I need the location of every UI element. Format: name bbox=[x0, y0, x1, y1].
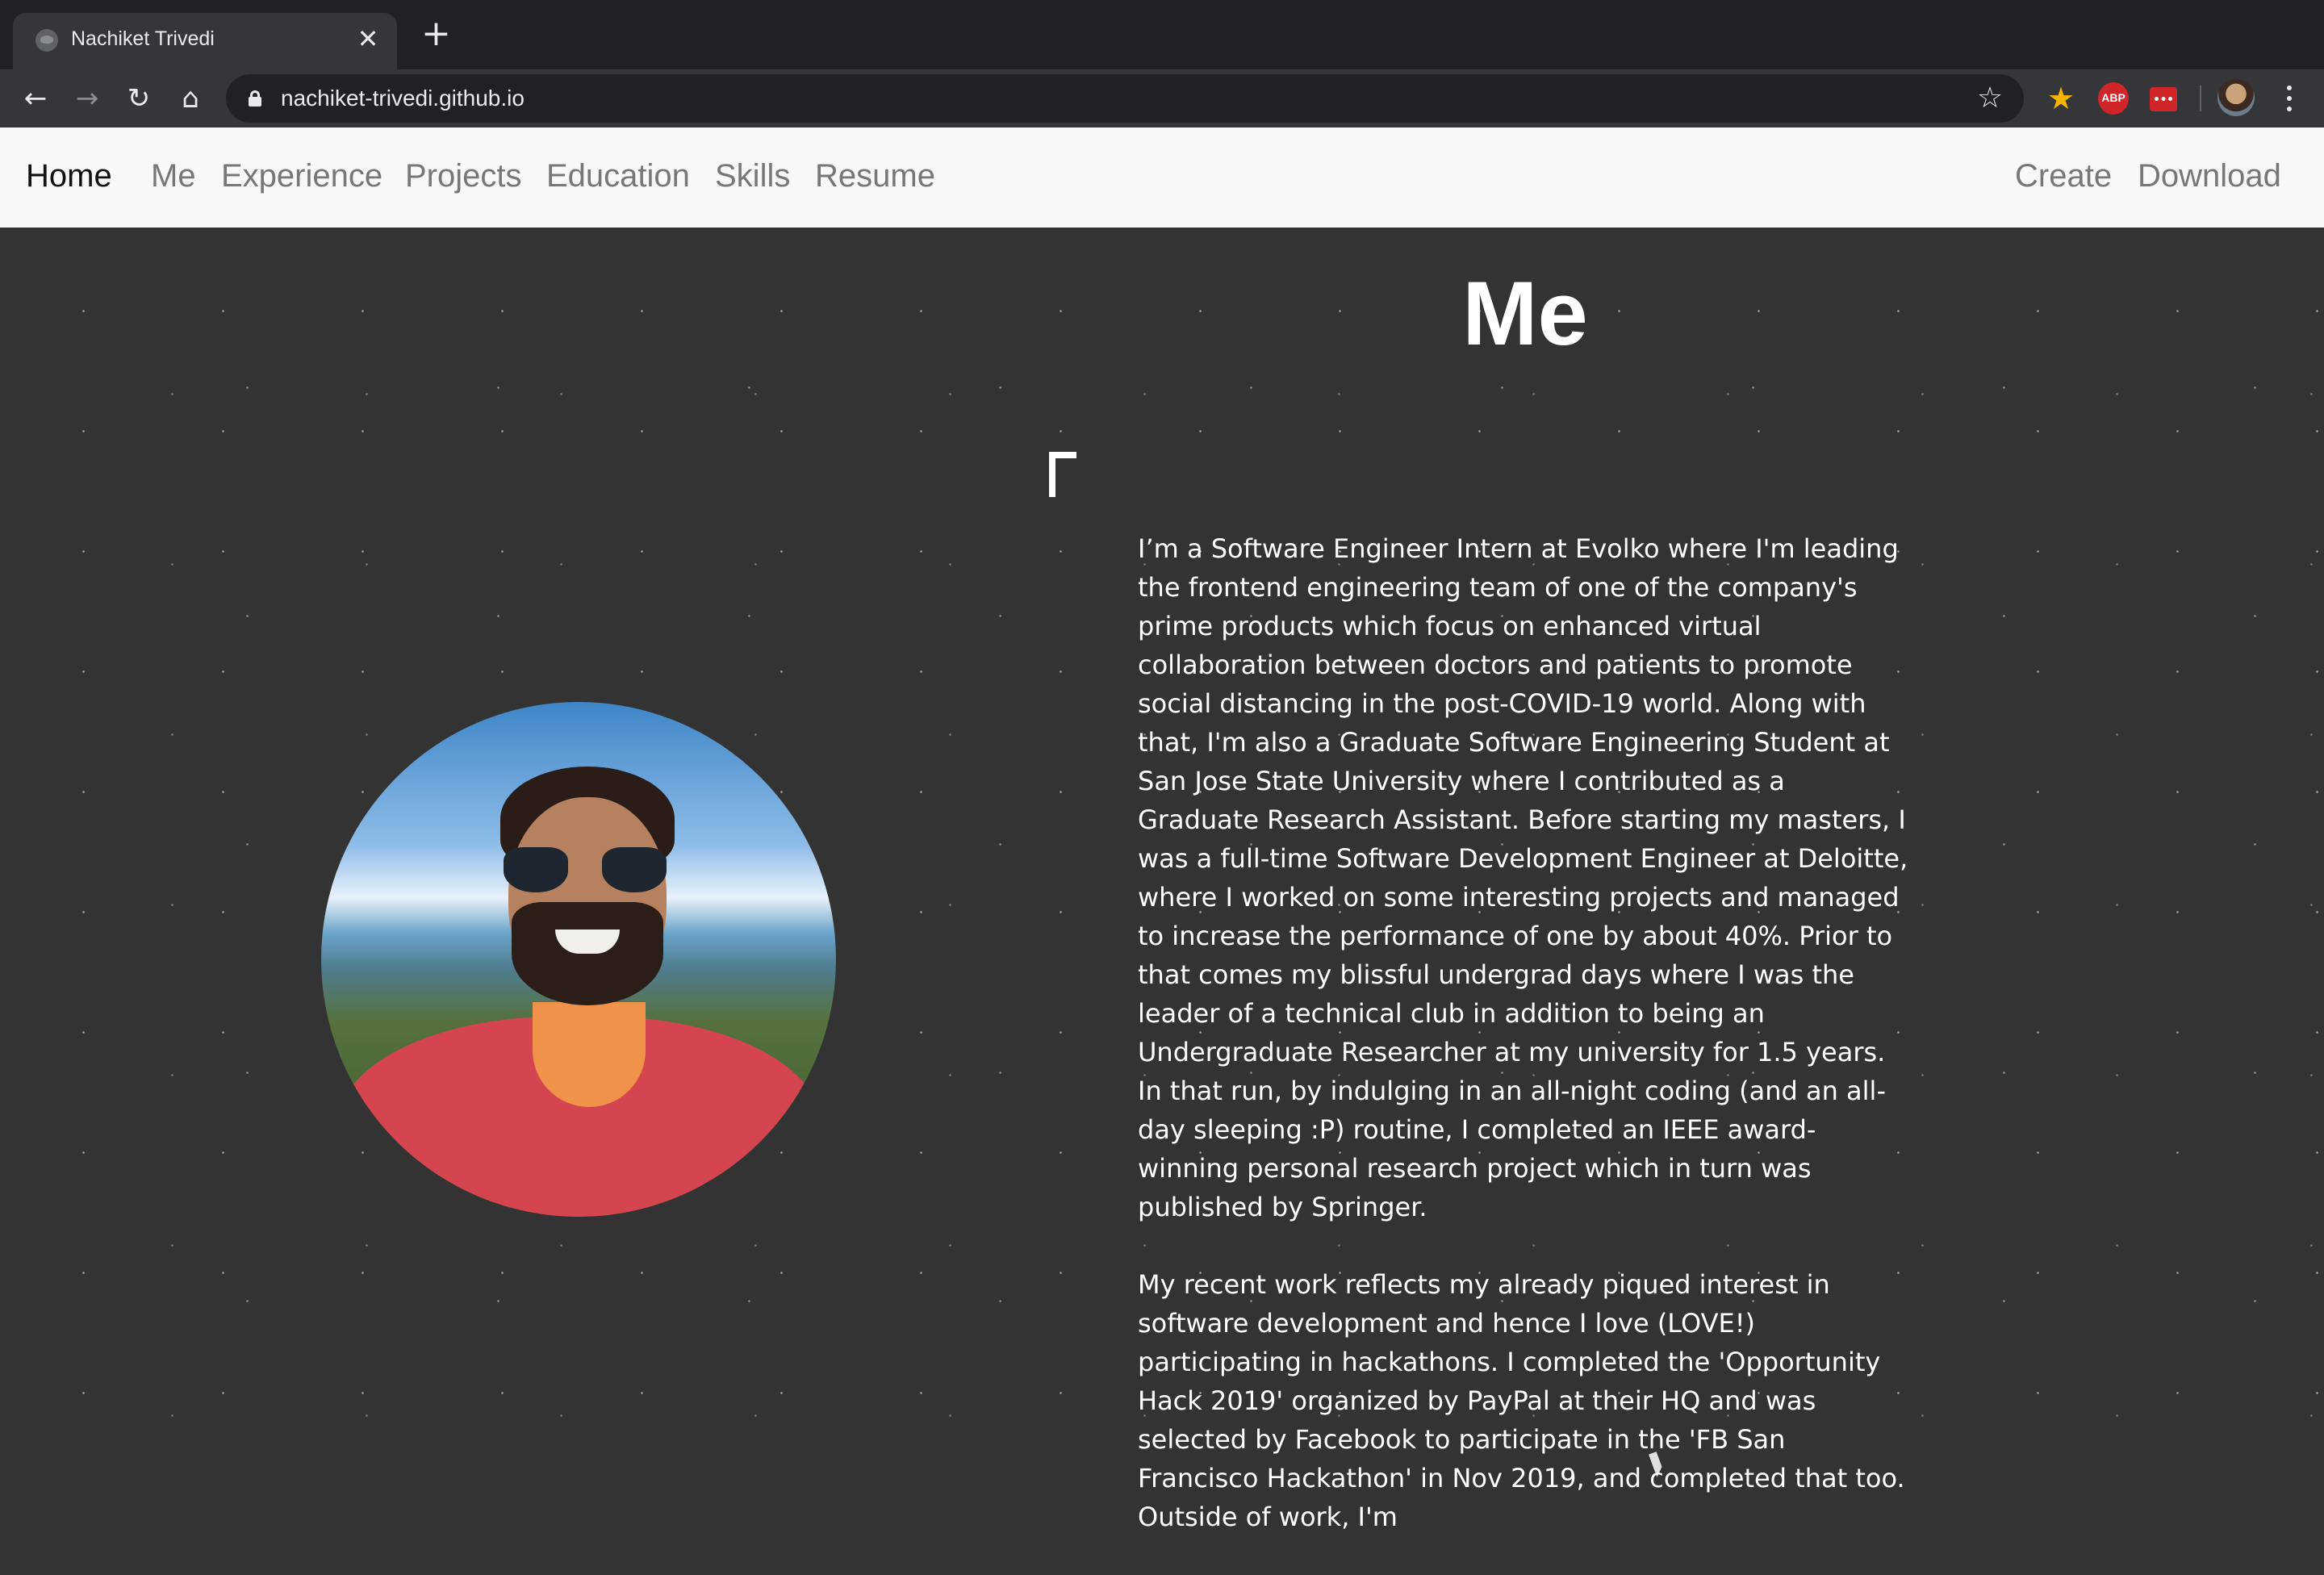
browser-toolbar: ← → ↻ ⌂ nachiket-trivedi.github.io ☆ ★ A… bbox=[0, 69, 2324, 127]
profile-avatar[interactable] bbox=[2217, 79, 2255, 116]
home-icon[interactable]: ⌂ bbox=[171, 79, 210, 118]
browser-tabstrip: Nachiket Trivedi ✕ + bbox=[0, 0, 2324, 69]
tab-title: Nachiket Trivedi bbox=[71, 27, 215, 50]
globe-icon bbox=[36, 29, 58, 52]
nav-me[interactable]: Me bbox=[151, 158, 196, 194]
text-cursor-mark bbox=[1049, 452, 1076, 497]
nav-download[interactable]: Download bbox=[2138, 158, 2281, 194]
bookmark-star-icon[interactable]: ☆ bbox=[1972, 81, 2008, 116]
browser-tab[interactable]: Nachiket Trivedi ✕ bbox=[13, 13, 397, 69]
bio-text: I’m a Software Engineer Intern at Evolko… bbox=[1138, 529, 1912, 1575]
address-bar[interactable]: nachiket-trivedi.github.io ☆ bbox=[226, 74, 2024, 123]
nav-experience[interactable]: Experience bbox=[221, 158, 382, 194]
url-text[interactable]: nachiket-trivedi.github.io bbox=[281, 86, 525, 111]
starfield-background: Me I’m a Software Engineer Intern at Evo… bbox=[0, 228, 2324, 1532]
adblock-plus-icon[interactable]: ABP bbox=[2098, 82, 2129, 115]
nav-skills[interactable]: Skills bbox=[715, 158, 790, 194]
nav-education[interactable]: Education bbox=[546, 158, 690, 194]
kebab-menu-icon[interactable] bbox=[2277, 79, 2301, 118]
lock-icon[interactable] bbox=[249, 90, 261, 107]
bio-paragraph: I’m a Software Engineer Intern at Evolko… bbox=[1138, 533, 1908, 1222]
new-tab-button[interactable]: + bbox=[421, 16, 451, 52]
nav-projects[interactable]: Projects bbox=[405, 158, 522, 194]
back-arrow-icon[interactable]: ← bbox=[16, 79, 55, 118]
nav-home[interactable]: Home bbox=[26, 158, 112, 194]
site-navbar: Home Me Experience Projects Education Sk… bbox=[0, 127, 2324, 228]
forward-arrow-icon[interactable]: → bbox=[68, 79, 107, 118]
toolbar-divider bbox=[2200, 86, 2201, 111]
password-manager-extension-icon[interactable] bbox=[2150, 87, 2177, 111]
profile-photo bbox=[321, 702, 836, 1217]
bio-paragraph: My recent work reflects my already pique… bbox=[1138, 1269, 1905, 1532]
nav-create[interactable]: Create bbox=[2015, 158, 2112, 194]
reload-icon[interactable]: ↻ bbox=[119, 79, 158, 118]
bookmarks-extension-star-icon[interactable]: ★ bbox=[2045, 82, 2077, 115]
close-tab-icon[interactable]: ✕ bbox=[353, 24, 382, 53]
nav-resume[interactable]: Resume bbox=[815, 158, 935, 194]
section-title: Me bbox=[1462, 263, 1588, 364]
